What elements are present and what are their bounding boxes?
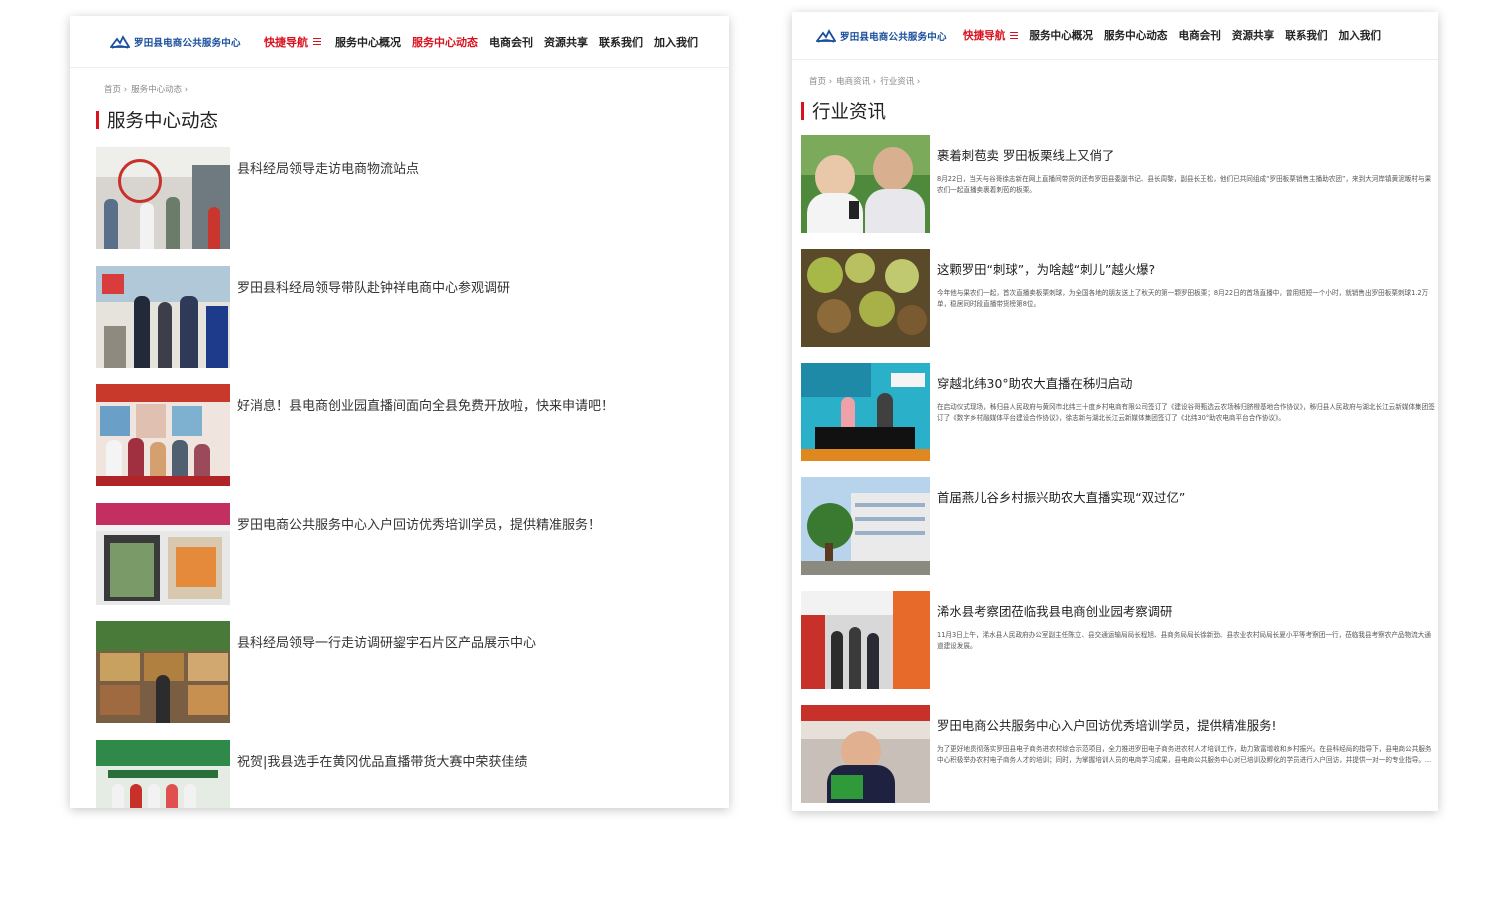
nav-item-news[interactable]: 服务中心动态	[1104, 28, 1168, 43]
list-item[interactable]: 县科经局领导一行走访调研鋆宇石片区产品展示中心	[96, 621, 729, 740]
news-title[interactable]: 首届燕儿谷乡村振兴助农大直播实现“双过亿”	[937, 488, 1430, 506]
quick-nav-menu[interactable]: 快捷导航	[264, 34, 321, 50]
news-thumbnail[interactable]	[801, 705, 930, 803]
news-thumbnail[interactable]	[96, 147, 230, 249]
list-item[interactable]: 县科经局领导走访电商物流站点	[96, 147, 729, 266]
quick-nav-label: 快捷导航	[963, 30, 1006, 42]
news-thumbnail[interactable]	[801, 591, 930, 689]
nav-item-contact[interactable]: 联系我们	[1285, 28, 1327, 43]
list-item[interactable]: 祝贺|我县选手在黄冈优品直播带货大赛中荣获佳绩	[96, 739, 729, 808]
breadcrumb-section[interactable]: 电商资讯 ›	[836, 75, 876, 87]
list-item[interactable]: 首届燕儿谷乡村振兴助农大直播实现“双过亿”	[801, 477, 1438, 591]
news-thumbnail[interactable]	[96, 502, 230, 605]
news-excerpt: 在启动仪式现场，秭归县人民政府与黄冈市北纬三十度乡村电商有限公司签订了《建设谷哥…	[937, 403, 1435, 422]
news-excerpt: 11月3日上午，浠水县人民政府办公室副主任陈立、县交通运输局局长程旭、县商务局局…	[937, 631, 1431, 650]
news-title[interactable]: 罗田电商公共服务中心入户回访优秀培训学员，提供精准服务!	[937, 716, 1430, 734]
list-item[interactable]: 浠水县考察团莅临我县电商创业园考察调研 11月3日上午，浠水县人民政府办公室副主…	[801, 591, 1438, 705]
list-item[interactable]: 裹着刺苞卖 罗田板栗线上又俏了 8月22日，当天与谷哥徐志新在网上直播间带货的还…	[801, 135, 1438, 249]
nav-item-journal[interactable]: 电商会刊	[1179, 28, 1221, 43]
news-title[interactable]: 这颗罗田“刺球”，为啥越“刺儿”越火爆?	[937, 260, 1430, 278]
news-thumbnail[interactable]	[801, 477, 930, 575]
list-item[interactable]: 好消息！县电商创业园直播间面向全县免费开放啦，快来申请吧！	[96, 384, 729, 503]
brand-name: 罗田县电商公共服务中心	[134, 37, 241, 49]
breadcrumb: 首页 › 服务中心动态 ›	[104, 83, 729, 95]
news-list: 县科经局领导走访电商物流站点 罗田县科经局领导带队赴钟祥电商中心参观调研 好消息…	[96, 147, 729, 808]
nav-item-join[interactable]: 加入我们	[1339, 28, 1381, 43]
news-list: 裹着刺苞卖 罗田板栗线上又俏了 8月22日，当天与谷哥徐志新在网上直播间带货的还…	[801, 135, 1438, 811]
main-menu: 快捷导航 服务中心概况 服务中心动态 电商会刊 资源共享 联系我们 加入我们	[963, 28, 1392, 43]
breadcrumb-home[interactable]: 首页 ›	[104, 83, 127, 95]
nav-item-overview[interactable]: 服务中心概况	[335, 34, 401, 50]
quick-nav-label: 快捷导航	[264, 35, 308, 49]
right-page-screenshot: 罗田县电商公共服务中心 快捷导航 服务中心概况 服务中心动态 电商会刊 资源共享…	[792, 12, 1438, 811]
page-title-text: 行业资讯	[812, 102, 887, 123]
page-title-text: 服务中心动态	[107, 111, 219, 132]
title-accent-bar	[801, 102, 804, 120]
news-thumbnail[interactable]	[96, 384, 230, 486]
news-title[interactable]: 穿越北纬30°助农大直播在秭归启动	[937, 374, 1430, 392]
news-title[interactable]: 裹着刺苞卖 罗田板栗线上又俏了	[937, 146, 1430, 164]
breadcrumb-subsection[interactable]: 行业资讯 ›	[880, 75, 920, 87]
news-thumbnail[interactable]	[96, 265, 230, 368]
news-excerpt: 为了更好地贯彻落实罗田县电子商务进农村综合示范项目，全力推进罗田电子商务进农村人…	[937, 745, 1432, 764]
nav-item-journal[interactable]: 电商会刊	[489, 34, 533, 50]
list-item[interactable]: 罗田电商公共服务中心入户回访优秀培训学员，提供精准服务! 为了更好地贯彻落实罗田…	[801, 705, 1438, 811]
news-thumbnail[interactable]	[801, 135, 930, 233]
news-excerpt: 今年他与果农们一起，首次直播卖板栗刺球，为全国各地的朋友送上了秋天的第一颗罗田板…	[937, 289, 1429, 308]
news-thumbnail[interactable]	[801, 363, 930, 461]
list-item[interactable]: 穿越北纬30°助农大直播在秭归启动 在启动仪式现场，秭归县人民政府与黄冈市北纬三…	[801, 363, 1438, 477]
news-title[interactable]: 罗田电商公共服务中心入户回访优秀培训学员，提供精准服务！	[237, 514, 601, 533]
news-thumbnail[interactable]	[96, 739, 230, 808]
news-title[interactable]: 祝贺|我县选手在黄冈优品直播带货大赛中荣获佳绩	[237, 751, 527, 770]
news-title[interactable]: 县科经局领导走访电商物流站点	[237, 158, 419, 177]
main-menu: 快捷导航 服务中心概况 服务中心动态 电商会刊 资源共享 联系我们 加入我们	[264, 34, 709, 50]
list-item[interactable]: 罗田电商公共服务中心入户回访优秀培训学员，提供精准服务！	[96, 502, 729, 622]
mountain-logo-icon	[816, 28, 836, 43]
brand-logo[interactable]: 罗田县电商公共服务中心	[110, 34, 241, 50]
left-page-screenshot: 罗田县电商公共服务中心 快捷导航 服务中心概况 服务中心动态 电商会刊 资源共享…	[70, 16, 729, 808]
nav-item-join[interactable]: 加入我们	[654, 34, 698, 50]
news-thumbnail[interactable]	[96, 621, 230, 723]
mountain-logo-icon	[110, 34, 130, 49]
menu-lines-icon	[1010, 31, 1019, 41]
nav-item-news[interactable]: 服务中心动态	[412, 34, 478, 50]
page-title: 服务中心动态	[96, 107, 729, 133]
nav-item-resources[interactable]: 资源共享	[544, 34, 588, 50]
brand-logo[interactable]: 罗田县电商公共服务中心	[816, 28, 947, 44]
nav-item-overview[interactable]: 服务中心概况	[1029, 28, 1093, 43]
top-nav: 罗田县电商公共服务中心 快捷导航 服务中心概况 服务中心动态 电商会刊 资源共享…	[70, 16, 729, 68]
breadcrumb-home[interactable]: 首页 ›	[809, 75, 832, 87]
breadcrumb: 首页 › 电商资讯 › 行业资讯 ›	[809, 75, 1438, 87]
top-nav: 罗田县电商公共服务中心 快捷导航 服务中心概况 服务中心动态 电商会刊 资源共享…	[792, 12, 1438, 60]
nav-item-contact[interactable]: 联系我们	[599, 34, 643, 50]
news-title[interactable]: 浠水县考察团莅临我县电商创业园考察调研	[937, 602, 1430, 620]
news-thumbnail[interactable]	[801, 249, 930, 347]
menu-lines-icon	[313, 37, 321, 47]
breadcrumb-section[interactable]: 服务中心动态 ›	[131, 83, 188, 95]
quick-nav-menu[interactable]: 快捷导航	[963, 28, 1019, 43]
page-title: 行业资讯	[801, 98, 1438, 124]
nav-item-resources[interactable]: 资源共享	[1232, 28, 1274, 43]
list-item[interactable]: 罗田县科经局领导带队赴钟祥电商中心参观调研	[96, 265, 729, 385]
list-item[interactable]: 这颗罗田“刺球”，为啥越“刺儿”越火爆? 今年他与果农们一起，首次直播卖板栗刺球…	[801, 249, 1438, 363]
news-excerpt: 8月22日，当天与谷哥徐志新在网上直播间带货的还有罗田县委副书记、县长周黎，副县…	[937, 175, 1432, 194]
news-title[interactable]: 罗田县科经局领导带队赴钟祥电商中心参观调研	[237, 277, 510, 296]
news-title[interactable]: 县科经局领导一行走访调研鋆宇石片区产品展示中心	[237, 632, 536, 651]
news-title[interactable]: 好消息！县电商创业园直播间面向全县免费开放啦，快来申请吧！	[237, 395, 614, 414]
brand-name: 罗田县电商公共服务中心	[840, 31, 947, 43]
title-accent-bar	[96, 111, 99, 129]
